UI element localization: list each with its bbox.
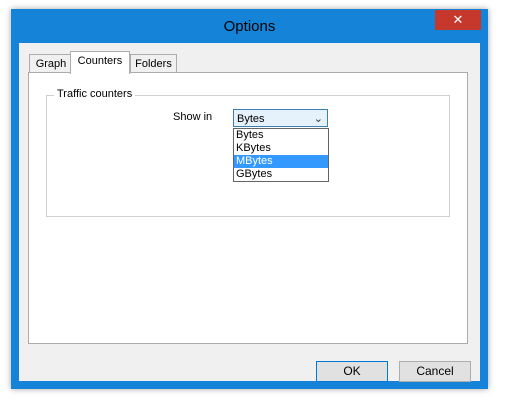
cancel-button[interactable]: Cancel <box>399 361 471 382</box>
close-icon: ✕ <box>452 12 464 27</box>
unit-select-value: Bytes <box>237 113 265 125</box>
tab-graph[interactable]: Graph <box>29 54 73 74</box>
tab-label: Folders <box>135 58 172 70</box>
dialog-client-area: Graph Counters Folders Traffic counters … <box>19 43 480 382</box>
unit-dropdown-list: Bytes KBytes MBytes GBytes <box>233 128 329 182</box>
close-button[interactable]: ✕ <box>435 10 481 30</box>
group-label: Traffic counters <box>54 88 136 100</box>
option-mbytes[interactable]: MBytes <box>234 155 328 168</box>
chevron-down-icon: ⌄ <box>313 113 323 125</box>
show-in-label: Show in <box>173 111 213 123</box>
title-bar[interactable]: Options ✕ <box>11 9 488 43</box>
options-dialog: Options ✕ Graph Counters Folders Traffic… <box>11 9 488 389</box>
traffic-counters-group: Traffic counters Show in Bytes ⌄ Bytes K… <box>46 88 450 217</box>
tab-counters[interactable]: Counters <box>70 51 130 74</box>
window-title: Options <box>223 18 276 35</box>
counters-tab-panel: Traffic counters Show in Bytes ⌄ Bytes K… <box>28 72 468 344</box>
option-gbytes[interactable]: GBytes <box>234 168 328 181</box>
option-bytes[interactable]: Bytes <box>234 129 328 142</box>
unit-select[interactable]: Bytes ⌄ <box>233 109 328 127</box>
tab-folders[interactable]: Folders <box>130 54 177 74</box>
ok-button[interactable]: OK <box>316 361 388 382</box>
tab-label: Graph <box>35 58 67 70</box>
option-kbytes[interactable]: KBytes <box>234 142 328 155</box>
tab-label: Counters <box>77 55 123 67</box>
